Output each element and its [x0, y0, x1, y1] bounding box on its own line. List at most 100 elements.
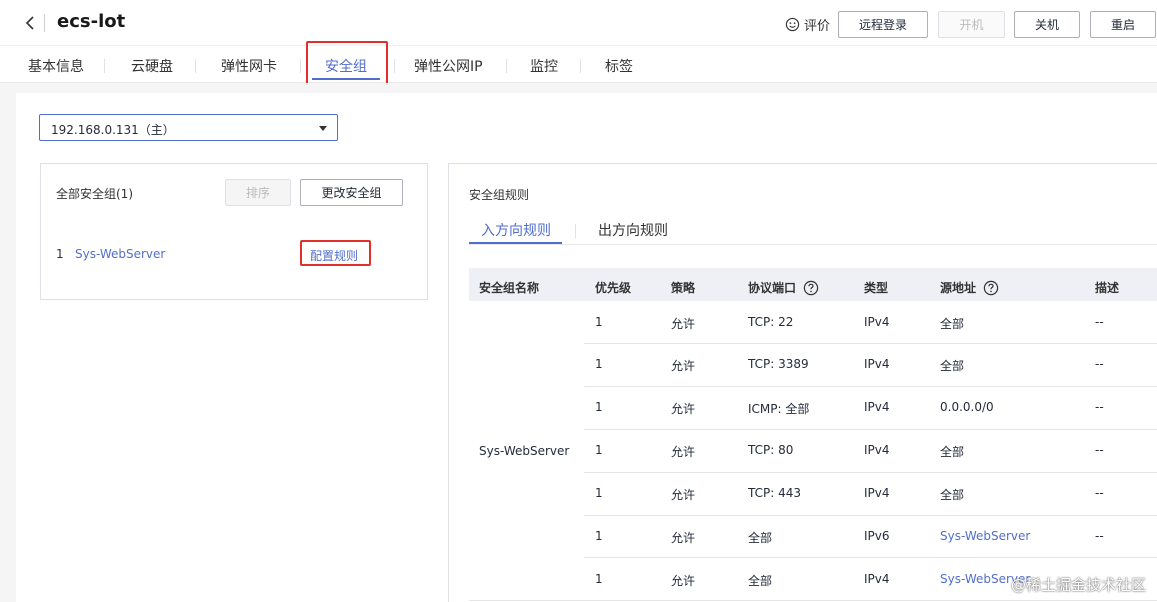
- rule-type-cell: IPv4: [864, 572, 890, 586]
- list-item-index: 1: [56, 247, 64, 261]
- active-tab-indicator: [312, 78, 380, 80]
- nic-select-value: 192.168.0.131（主）: [51, 123, 175, 137]
- row-divider: [584, 472, 1157, 473]
- rule-policy-cell: 允许: [671, 317, 696, 331]
- col-header-priority: 优先级: [595, 281, 632, 295]
- col-header-source-label: 源地址: [940, 281, 977, 295]
- subtab-border: [469, 244, 1157, 245]
- rule-policy-cell: 允许: [671, 531, 696, 545]
- tab-outbound-rules[interactable]: 出方向规则: [598, 220, 668, 240]
- col-header-protocol-port: 协议端口: [748, 279, 819, 296]
- remote-login-button[interactable]: 远程登录: [838, 11, 928, 38]
- col-header-policy: 策略: [671, 281, 696, 295]
- rule-policy-cell: 允许: [671, 574, 696, 588]
- rule-source-cell: 0.0.0.0/0: [940, 400, 994, 414]
- rule-desc-cell: --: [1095, 357, 1104, 371]
- rule-desc-cell: --: [1095, 400, 1104, 414]
- rule-priority-cell: 1: [595, 443, 603, 457]
- rule-desc-cell: --: [1095, 486, 1104, 500]
- tab-basic-info[interactable]: 基本信息: [28, 56, 84, 76]
- rule-port-cell: TCP: 22: [748, 315, 794, 329]
- tab-nic[interactable]: 弹性网卡: [221, 56, 277, 76]
- tab-cloud-disk[interactable]: 云硬盘: [131, 56, 173, 76]
- rule-desc-cell: --: [1095, 529, 1104, 543]
- tab-separator: [300, 59, 301, 73]
- rule-port-cell: TCP: 3389: [748, 357, 809, 371]
- rule-policy-cell: 允许: [671, 402, 696, 416]
- col-header-type: 类型: [864, 281, 889, 295]
- rule-priority-cell: 1: [595, 486, 603, 500]
- rule-policy-cell: 允许: [671, 445, 696, 459]
- security-group-list-title: 全部安全组(1): [56, 187, 133, 201]
- tab-inbound-rules[interactable]: 入方向规则: [481, 220, 551, 240]
- rule-type-cell: IPv4: [864, 486, 890, 500]
- rule-source-link[interactable]: Sys-WebServer: [940, 529, 1030, 543]
- rule-priority-cell: 1: [595, 529, 603, 543]
- help-icon[interactable]: [983, 280, 999, 296]
- detail-tabs: 基本信息 云硬盘 弹性网卡 安全组 弹性公网IP 监控 标签: [0, 46, 1157, 83]
- row-divider: [584, 429, 1157, 430]
- rule-port-cell: TCP: 80: [748, 443, 794, 457]
- security-rules-panel: [448, 163, 1157, 602]
- rule-source-cell: 全部: [940, 488, 965, 502]
- rule-policy-cell: 允许: [671, 488, 696, 502]
- sort-button[interactable]: 排序: [225, 179, 291, 206]
- row-divider: [584, 557, 1157, 558]
- power-off-button[interactable]: 关机: [1014, 11, 1080, 38]
- rule-source-cell: 全部: [940, 317, 965, 331]
- col-header-source: 源地址: [940, 279, 999, 296]
- help-icon[interactable]: [803, 280, 819, 296]
- tab-separator: [104, 59, 105, 73]
- watermark: @稀土掘金技术社区: [1011, 576, 1147, 594]
- tab-security-group[interactable]: 安全组: [325, 56, 367, 76]
- row-divider: [584, 343, 1157, 344]
- col-header-group-name: 安全组名称: [479, 281, 540, 295]
- header-divider: [44, 14, 45, 32]
- tab-separator: [506, 59, 507, 73]
- col-header-protocol-port-label: 协议端口: [748, 281, 797, 295]
- back-arrow-icon[interactable]: [22, 12, 38, 34]
- rule-port-cell: TCP: 443: [748, 486, 802, 500]
- restart-button[interactable]: 重启: [1090, 11, 1156, 38]
- tab-separator: [195, 59, 196, 73]
- tab-separator: [580, 59, 581, 73]
- row-divider: [584, 386, 1157, 387]
- power-on-button[interactable]: 开机: [938, 11, 1005, 38]
- rule-group-name-cell: Sys-WebServer: [479, 444, 570, 458]
- rate-link[interactable]: 评价: [785, 15, 830, 34]
- rule-port-cell: 全部: [748, 574, 773, 588]
- smiley-icon: [785, 17, 800, 32]
- rule-type-cell: IPv6: [864, 529, 890, 543]
- tab-tags[interactable]: 标签: [605, 56, 633, 76]
- rule-type-cell: IPv4: [864, 400, 890, 414]
- rule-priority-cell: 1: [595, 572, 603, 586]
- rule-port-cell: 全部: [748, 531, 773, 545]
- tab-monitor[interactable]: 监控: [530, 56, 558, 76]
- subtab-separator: [575, 224, 576, 238]
- security-group-link[interactable]: Sys-WebServer: [75, 247, 165, 261]
- rule-desc-cell: --: [1095, 443, 1104, 457]
- rule-port-cell: ICMP: 全部: [748, 402, 810, 416]
- tab-separator: [394, 59, 395, 73]
- rule-type-cell: IPv4: [864, 357, 890, 371]
- page-header: ecs-lot 评价 远程登录 开机 关机 重启: [0, 0, 1157, 46]
- rate-label: 评价: [804, 19, 831, 34]
- rule-priority-cell: 1: [595, 400, 603, 414]
- page-title: ecs-lot: [57, 11, 126, 32]
- row-divider: [469, 600, 1157, 601]
- rule-priority-cell: 1: [595, 357, 603, 371]
- active-subtab-indicator: [469, 242, 562, 244]
- rule-type-cell: IPv4: [864, 443, 890, 457]
- rule-type-cell: IPv4: [864, 315, 890, 329]
- rule-priority-cell: 1: [595, 315, 603, 329]
- rule-desc-cell: --: [1095, 315, 1104, 329]
- security-rules-title: 安全组规则: [469, 188, 530, 202]
- rule-source-cell: 全部: [940, 445, 965, 459]
- tab-eip[interactable]: 弹性公网IP: [414, 56, 483, 76]
- row-divider: [584, 515, 1157, 516]
- change-security-group-button[interactable]: 更改安全组: [300, 179, 403, 206]
- rule-policy-cell: 允许: [671, 359, 696, 373]
- configure-rules-link[interactable]: 配置规则: [310, 247, 358, 264]
- nic-select[interactable]: 192.168.0.131（主）: [39, 114, 338, 141]
- col-header-description: 描述: [1095, 281, 1120, 295]
